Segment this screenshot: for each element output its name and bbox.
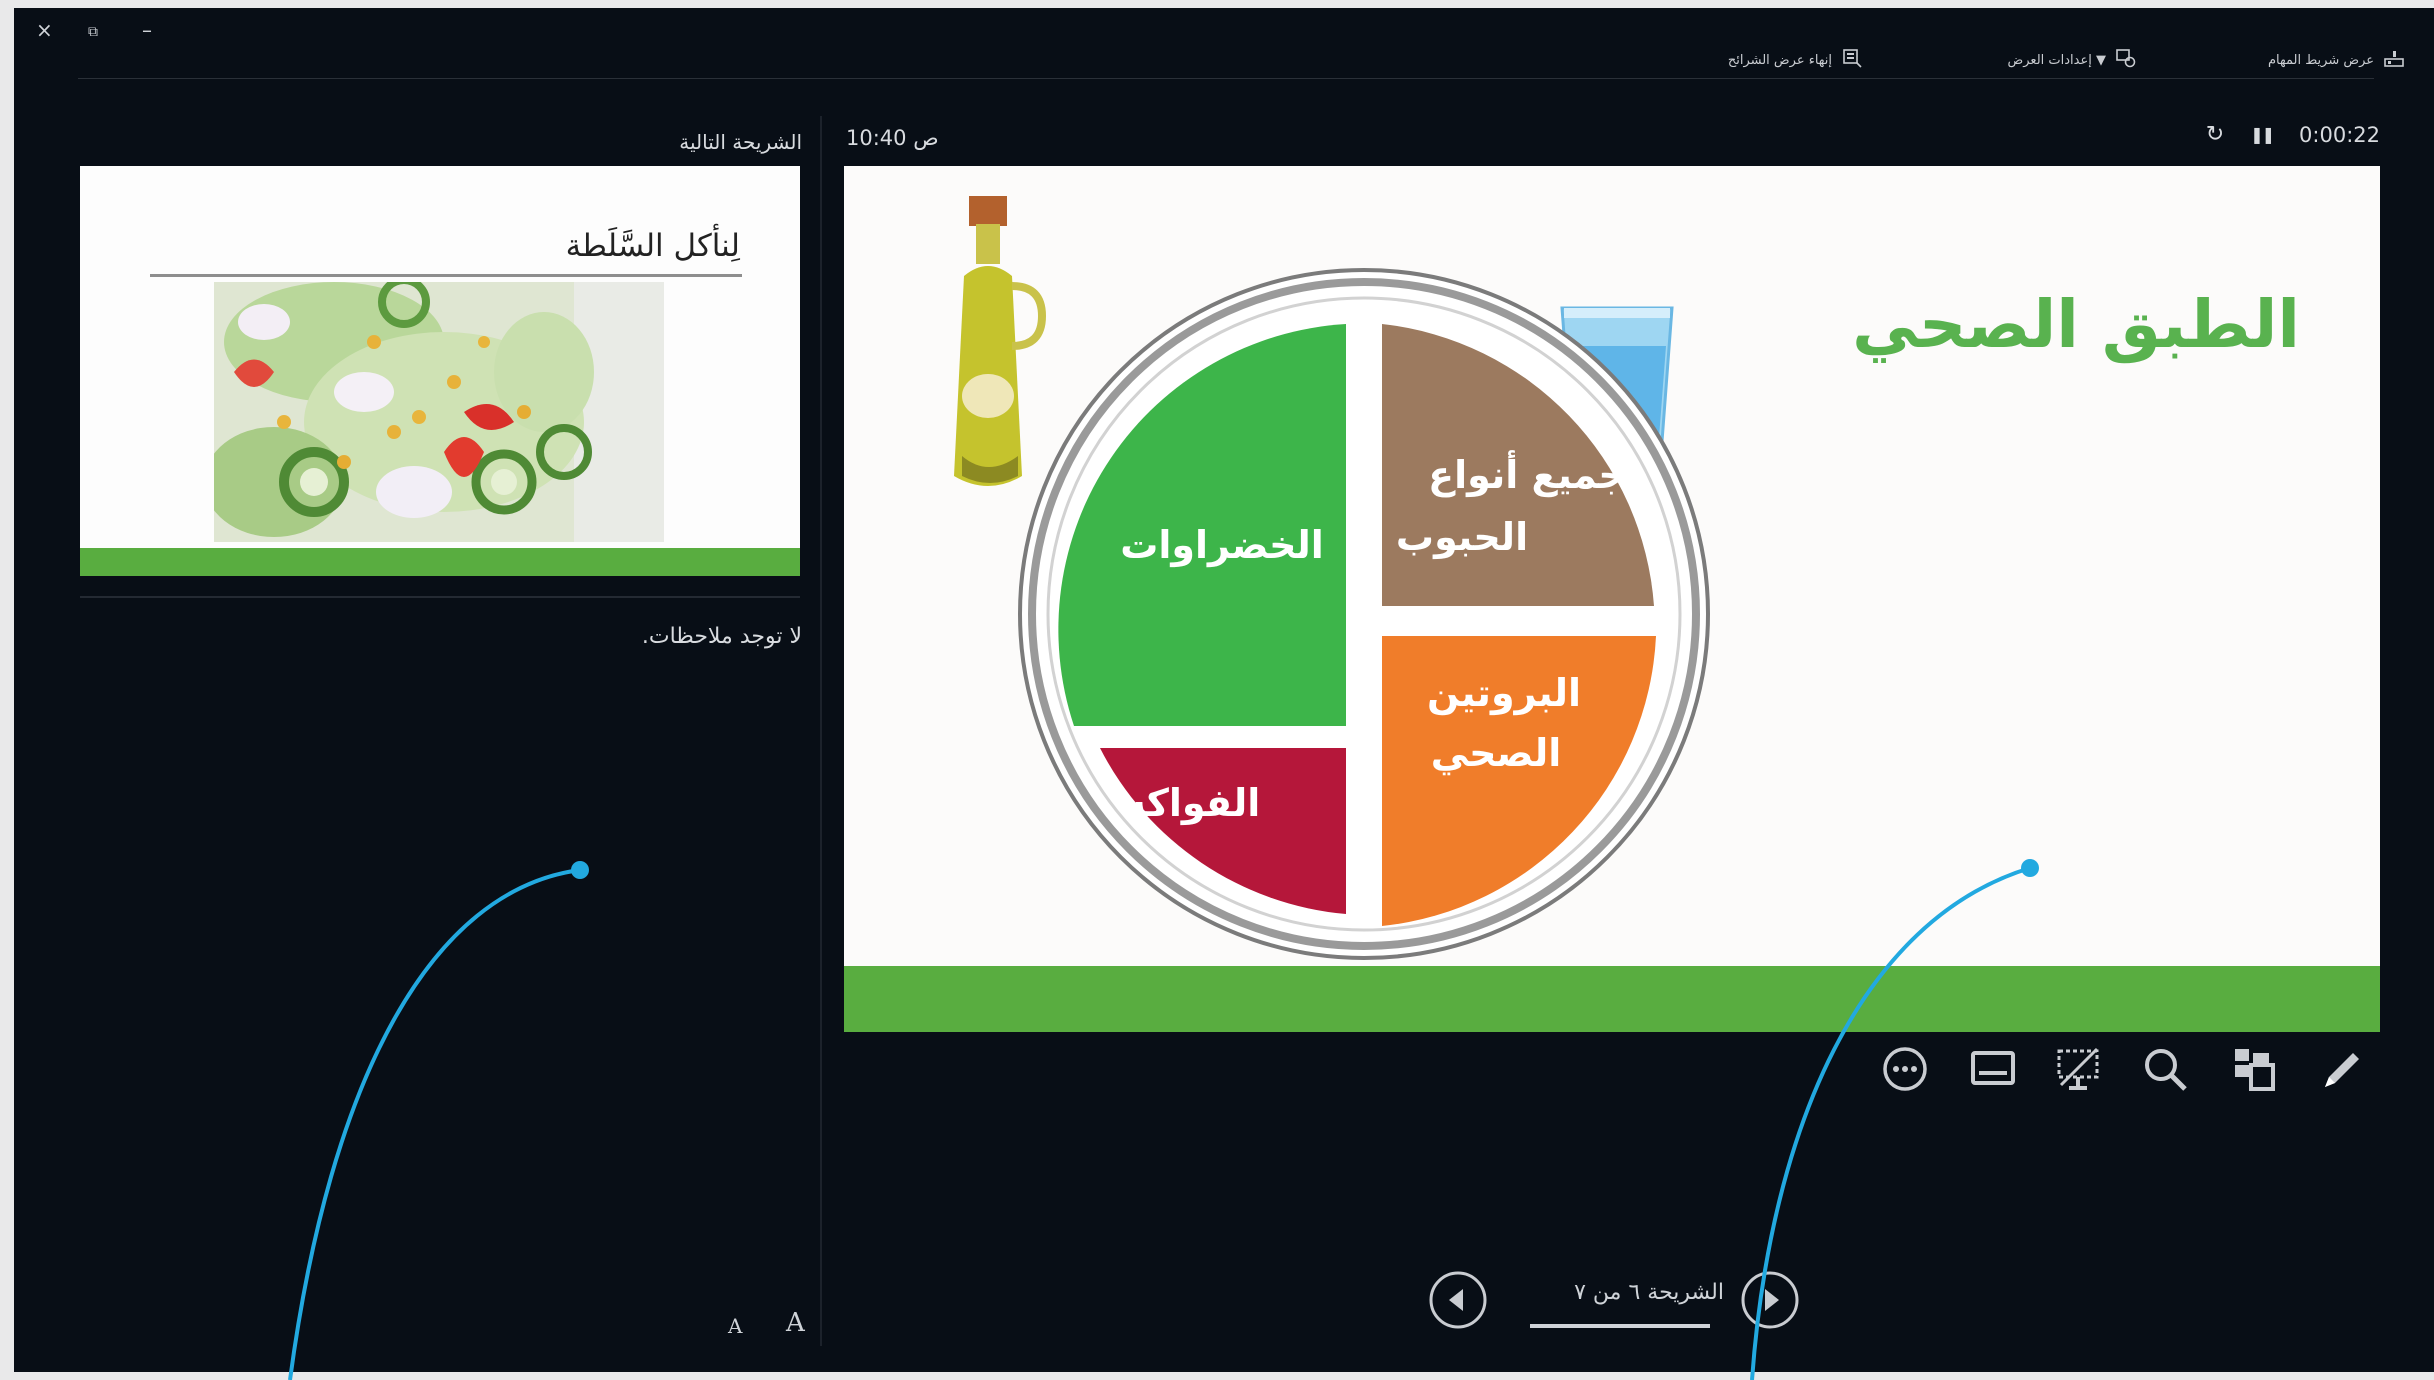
pen-tool-button[interactable]: [2312, 1040, 2370, 1098]
fruits-label: الفواكه: [1124, 781, 1261, 825]
salad-image: [214, 282, 664, 542]
subtitles-button[interactable]: [1964, 1040, 2022, 1098]
slide-counter[interactable]: الشريحة ٦ من ٧: [1514, 1280, 1724, 1305]
restore-window-button[interactable]: ⧉: [88, 22, 98, 42]
zoom-button[interactable]: [2136, 1040, 2194, 1098]
slide-title: الطبق الصحي: [1852, 286, 2300, 363]
toolbar-separator: [78, 78, 2374, 79]
protein-label-line1: البروتين: [1427, 671, 1581, 716]
slide-counter-underline: [1530, 1324, 1710, 1328]
black-screen-button[interactable]: [2050, 1040, 2108, 1098]
see-all-slides-button[interactable]: [2224, 1040, 2282, 1098]
more-options-icon: [1883, 1047, 1927, 1091]
current-slide[interactable]: الخضراوات جميع أنواع الحبوب البروتين الص…: [844, 166, 2380, 1032]
slide-green-bar: [844, 966, 2380, 1032]
subtitles-icon: [1971, 1051, 2015, 1085]
pause-timer-icon[interactable]: ❚❚: [2250, 125, 2275, 144]
pane-divider[interactable]: [820, 116, 822, 1346]
pen-icon: [2325, 1053, 2359, 1087]
next-slide-title-rule: [150, 274, 742, 277]
arrow-left-icon: [1449, 1289, 1463, 1311]
vegetables-label: الخضراوات: [1120, 523, 1324, 568]
protein-label-line2: الصحي: [1431, 731, 1562, 775]
next-slide-green-bar: [80, 548, 800, 576]
presenter-view: × ⧉ – عرض شريط المهام ▼ إعدادات العرض إن…: [14, 8, 2434, 1372]
next-slide-title: لِنأكل السَّلَطة: [565, 228, 740, 264]
display-settings-icon: [2114, 47, 2138, 73]
close-window-button[interactable]: ×: [36, 20, 53, 40]
show-taskbar-button[interactable]: عرض شريط المهام: [2268, 46, 2406, 74]
show-taskbar-label: عرض شريط المهام: [2267, 52, 2374, 68]
zoom-icon: [2145, 1049, 2187, 1091]
black-screen-icon: [2057, 1047, 2099, 1090]
end-show-label: إنهاء عرض الشرائح: [1727, 52, 1832, 68]
notes-separator: [80, 596, 800, 598]
slide-grid-icon: [2235, 1049, 2275, 1091]
minimize-window-button[interactable]: –: [142, 20, 152, 40]
previous-slide-button[interactable]: [1428, 1270, 1488, 1330]
grains-label-line1: جميع أنواع: [1428, 450, 1626, 497]
end-slide-show-button[interactable]: إنهاء عرض الشرائح: [1728, 46, 1864, 74]
restart-timer-icon[interactable]: ↻: [2206, 122, 2224, 147]
next-slide-button[interactable]: [1740, 1270, 1800, 1330]
elapsed-time: 0:00:22: [2299, 122, 2380, 147]
speaker-notes[interactable]: لا توجد ملاحظات.: [642, 624, 802, 649]
taskbar-icon: [2382, 47, 2406, 73]
clock: 10:40 ص: [846, 126, 939, 150]
timer: ↻ ❚❚ 0:00:22: [2206, 122, 2380, 147]
next-slide-header: الشريحة التالية: [679, 130, 802, 154]
arrow-right-icon: [1765, 1289, 1779, 1311]
decrease-font-button[interactable]: A: [728, 1314, 742, 1338]
next-slide-thumbnail[interactable]: لِنأكل السَّلَطة: [80, 166, 800, 576]
more-options-button[interactable]: [1876, 1040, 1934, 1098]
display-settings-label: ▼ إعدادات العرض: [2007, 52, 2106, 68]
increase-font-button[interactable]: A: [786, 1308, 805, 1338]
grains-label-line2: الحبوب: [1396, 515, 1528, 559]
display-settings-button[interactable]: ▼ إعدادات العرض: [2008, 46, 2138, 74]
end-show-icon: [1840, 47, 1864, 73]
oil-bottle-icon: [954, 196, 1047, 486]
